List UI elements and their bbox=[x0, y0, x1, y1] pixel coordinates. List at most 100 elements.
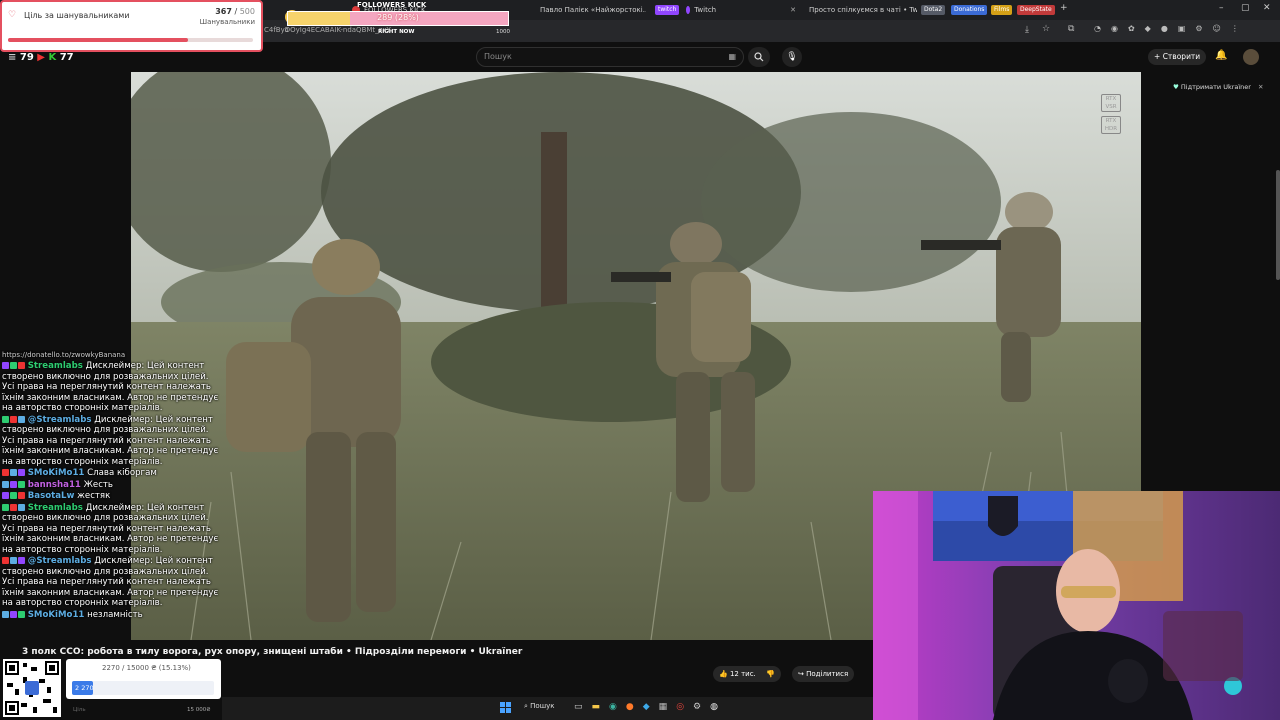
task-view-icon[interactable]: ▭ bbox=[574, 702, 583, 712]
menu-dots-icon[interactable]: ⋮ bbox=[1231, 24, 1239, 36]
minimize-icon[interactable]: – bbox=[1219, 3, 1224, 13]
chat-badge-icon bbox=[2, 610, 9, 618]
chrome-icon[interactable]: ◎ bbox=[676, 702, 684, 712]
create-button[interactable]: + Створити bbox=[1148, 49, 1207, 65]
calculator-icon[interactable]: ▦ bbox=[659, 702, 668, 712]
chat-username[interactable]: SMoKiMo11 bbox=[28, 610, 85, 620]
goal-current: 367 bbox=[215, 7, 232, 16]
windows-start-icon[interactable] bbox=[500, 702, 511, 713]
thumbs-down-icon[interactable]: 👎 bbox=[766, 670, 775, 678]
bookmark-dota2[interactable]: Dota2 bbox=[921, 5, 946, 15]
browser-tab[interactable]: Twitch ✕ bbox=[686, 3, 796, 17]
file-explorer-icon[interactable]: ▬ bbox=[592, 702, 601, 712]
profile-icon[interactable]: ☺ bbox=[1213, 24, 1221, 36]
webcam-feed bbox=[873, 491, 1280, 720]
chat-badge-icon bbox=[18, 480, 25, 488]
extension-icon[interactable]: ◆ bbox=[1145, 24, 1151, 36]
obs-icon[interactable]: ◍ bbox=[710, 702, 718, 712]
close-icon[interactable]: ✕ bbox=[1258, 83, 1263, 91]
chat-badge-icon bbox=[10, 362, 17, 369]
bookmark-deepstate[interactable]: DeepState bbox=[1017, 5, 1055, 15]
extension-icon[interactable]: ◉ bbox=[1111, 24, 1118, 36]
extensions-icon[interactable]: ⧉ bbox=[1068, 24, 1074, 34]
chat-username[interactable]: @Streamlabs bbox=[28, 415, 92, 425]
like-button[interactable]: 👍 12 тис. 👎 bbox=[713, 666, 781, 682]
hamburger-menu-icon[interactable]: ≡ bbox=[8, 52, 16, 63]
telegram-icon[interactable]: ◆ bbox=[643, 702, 650, 712]
followers-kick-title: FOLLOWERS KICK bbox=[357, 1, 427, 9]
install-app-icon[interactable]: ⤓ bbox=[1025, 25, 1029, 35]
chat-badges bbox=[2, 503, 25, 511]
chat-message: SMoKiMo11 незламність bbox=[0, 610, 222, 621]
search-input[interactable]: Пошук ▦ bbox=[476, 47, 744, 67]
chat-message: @Streamlabs Дисклеймер: Цей контент ство… bbox=[0, 415, 222, 468]
chat-badge-icon bbox=[2, 469, 9, 476]
extension-icon[interactable]: ✿ bbox=[1128, 24, 1135, 36]
close-tab-icon[interactable]: ✕ bbox=[790, 6, 796, 14]
taskbar-apps: ▭ ▬ ◉ ● ◆ ▦ ◎ ⚙ ◍ bbox=[574, 702, 718, 712]
tab-label: Twitch bbox=[694, 6, 717, 14]
microphone-icon: 🎙 bbox=[786, 52, 798, 62]
webcam-frame bbox=[873, 491, 1280, 720]
chat-username[interactable]: SMoKiMo11 bbox=[28, 468, 85, 478]
chat-badge-icon bbox=[18, 610, 25, 618]
browser-tab[interactable]: Павло Палієк «Найжорстокі... bbox=[536, 3, 646, 17]
bookmark-films[interactable]: Films bbox=[991, 5, 1013, 15]
support-channel-label[interactable]: ♥ Підтримати Ukraїner ✕ bbox=[1173, 83, 1264, 91]
donation-bar-value: 2 270 bbox=[75, 684, 94, 692]
new-tab-icon[interactable]: + bbox=[1060, 3, 1068, 13]
create-label: Створити bbox=[1162, 52, 1201, 61]
extension-icon[interactable]: ⚙ bbox=[1195, 24, 1202, 36]
maximize-icon[interactable]: ▢ bbox=[1241, 3, 1250, 13]
heart-icon: ♥ bbox=[1173, 83, 1179, 91]
chat-username[interactable]: @Streamlabs bbox=[28, 556, 92, 566]
bookmark-twitch[interactable]: twitch bbox=[655, 5, 680, 15]
viewers-left: 79 bbox=[19, 52, 34, 63]
share-label: Поділитися bbox=[806, 670, 849, 678]
tab-label: Просто спілкуємся в чаті • Twit bbox=[809, 6, 917, 14]
browser-tab[interactable]: Просто спілкуємся в чаті • Twit bbox=[805, 3, 917, 17]
plus-icon: + bbox=[1154, 52, 1161, 61]
tab-label: Павло Палієк «Найжорстокі... bbox=[540, 6, 646, 14]
chat-badge-icon bbox=[18, 469, 25, 476]
goal-title: Ціль за шанувальниками bbox=[24, 11, 130, 20]
firefox-icon[interactable]: ● bbox=[626, 702, 634, 712]
scrollbar[interactable] bbox=[1276, 170, 1280, 280]
followers-kick-value: 289 (28%) bbox=[377, 13, 419, 22]
chat-badge-icon bbox=[18, 415, 25, 423]
search-button[interactable] bbox=[748, 47, 770, 67]
extension-icon[interactable]: ● bbox=[1161, 24, 1168, 36]
chat-badge-icon bbox=[10, 480, 17, 488]
chat-badge-icon bbox=[10, 557, 17, 564]
chat-fragment: https://donatello.to/zwowkyBanana bbox=[2, 351, 126, 359]
notifications-bell-icon[interactable]: 🔔 bbox=[1215, 50, 1227, 61]
chat-username[interactable]: Streamlabs bbox=[28, 503, 83, 513]
voice-search-button[interactable]: 🎙 bbox=[782, 47, 802, 67]
bookmark-star-icon[interactable]: ☆ bbox=[1042, 24, 1050, 34]
keyboard-icon[interactable]: ▦ bbox=[728, 52, 736, 61]
chat-badge-icon bbox=[2, 362, 9, 369]
chat-message: Streamlabs Дисклеймер: Цей контент створ… bbox=[0, 361, 222, 414]
chat-badges bbox=[2, 362, 25, 369]
extension-icons: ◔ ◉ ✿ ◆ ● ▣ ⚙ ☺ ⋮ bbox=[1094, 24, 1264, 36]
close-window-icon[interactable]: ✕ bbox=[1263, 3, 1271, 13]
share-icon: ↪ bbox=[798, 670, 804, 678]
avatar[interactable] bbox=[1243, 49, 1259, 65]
bookmark-donations[interactable]: Donations bbox=[951, 5, 988, 15]
share-button[interactable]: ↪ Поділитися bbox=[792, 666, 855, 682]
chat-message: bannsha11 Жесть bbox=[0, 480, 222, 491]
taskbar-search[interactable]: ⌕ Пошук bbox=[524, 702, 554, 711]
rtx-vsr-badge[interactable]: RTX VSR bbox=[1101, 94, 1121, 112]
chat-username[interactable]: BasotaLw bbox=[28, 491, 75, 501]
rtx-hdr-badge[interactable]: RTX HDR bbox=[1101, 116, 1121, 134]
extension-icon[interactable]: ◔ bbox=[1094, 24, 1101, 36]
edge-icon[interactable]: ◉ bbox=[609, 702, 617, 712]
chat-username[interactable]: bannsha11 bbox=[28, 480, 81, 490]
chat-username[interactable]: Streamlabs bbox=[28, 361, 83, 371]
settings-icon[interactable]: ⚙ bbox=[693, 702, 701, 712]
followers-kick-status: RIGHT NOW bbox=[378, 29, 415, 35]
search-icon bbox=[754, 52, 764, 62]
chat-badges bbox=[2, 557, 25, 564]
extension-icon[interactable]: ▣ bbox=[1178, 24, 1186, 36]
support-text: Підтримати Ukraїner bbox=[1180, 83, 1251, 91]
